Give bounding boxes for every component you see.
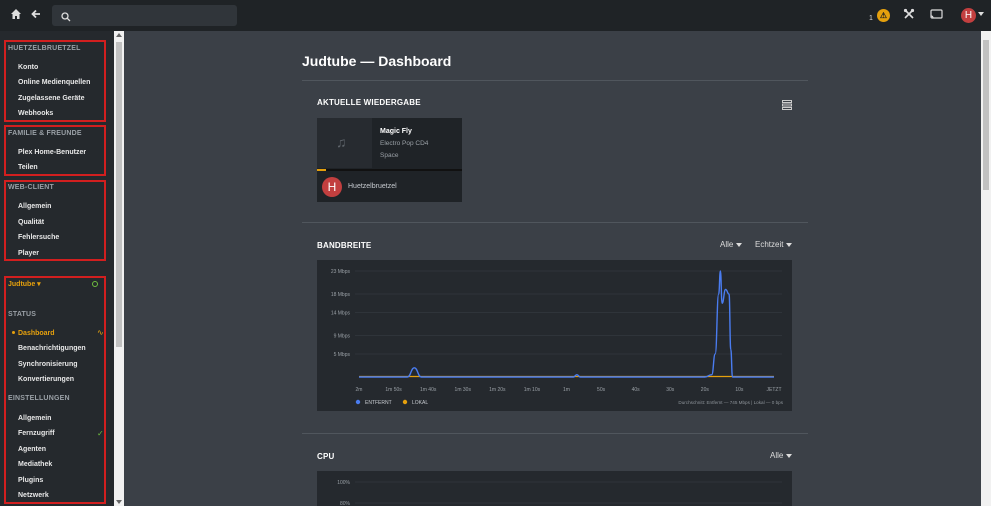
legend-local-label: LOKAL bbox=[412, 400, 428, 406]
settings-heading: EINSTELLUNGEN bbox=[8, 395, 70, 402]
x-tick-label: 2m bbox=[356, 387, 363, 393]
x-tick-label: 50s bbox=[597, 387, 606, 393]
sidebar-item-plex-home[interactable]: Plex Home-Benutzer bbox=[18, 149, 86, 156]
track-album: Electro Pop CD4 bbox=[380, 140, 429, 147]
user-avatar-small: H bbox=[322, 177, 342, 197]
sidebar-item-notifications[interactable]: Benachrichtigungen bbox=[18, 345, 86, 352]
search-icon bbox=[61, 9, 73, 22]
chevron-down-icon[interactable] bbox=[978, 12, 984, 16]
home-icon[interactable] bbox=[9, 8, 23, 22]
scroll-down-icon[interactable] bbox=[116, 500, 122, 504]
sidebar-item-sync[interactable]: Synchronisierung bbox=[18, 361, 78, 368]
x-tick-label: 1m 50s bbox=[385, 387, 402, 393]
sidebar-item-sharing[interactable]: Teilen bbox=[18, 164, 38, 171]
webclient-group-heading: WEB-CLIENT bbox=[8, 184, 54, 191]
x-tick-label: 1m 10s bbox=[524, 387, 541, 393]
page-title: Judtube — Dashboard bbox=[302, 53, 452, 69]
bandwidth-filter-dropdown[interactable]: Alle bbox=[720, 240, 742, 249]
y-tick-label: 9 Mbps bbox=[334, 334, 351, 340]
divider bbox=[302, 222, 808, 223]
x-tick-label: 20s bbox=[701, 387, 710, 393]
cast-icon[interactable] bbox=[929, 8, 943, 22]
y-tick-label: 100% bbox=[337, 480, 350, 486]
track-title: Magic Fly bbox=[380, 128, 412, 135]
sidebar-item-remote-access[interactable]: Fernzugriff bbox=[18, 430, 55, 437]
sidebar-item-konto[interactable]: Konto bbox=[18, 64, 38, 71]
list-view-icon[interactable] bbox=[782, 97, 792, 110]
x-tick-label: 1m 40s bbox=[420, 387, 437, 393]
scroll-up-icon[interactable] bbox=[116, 33, 122, 37]
y-tick-label: 80% bbox=[340, 501, 351, 506]
sidebar-item-server-general[interactable]: Allgemein bbox=[18, 415, 51, 422]
y-tick-label: 18 Mbps bbox=[331, 292, 351, 298]
check-icon: ✓ bbox=[97, 429, 104, 438]
sidebar-item-devices[interactable]: Zugelassene Geräte bbox=[18, 95, 85, 102]
cpu-heading: CPU bbox=[317, 452, 335, 461]
server-selector[interactable]: Judtube ▾ bbox=[8, 280, 41, 288]
x-tick-label: 1m 20s bbox=[489, 387, 506, 393]
sidebar-scrollbar-thumb[interactable] bbox=[116, 42, 122, 347]
main-scrollbar-thumb[interactable] bbox=[983, 40, 989, 190]
divider bbox=[302, 80, 808, 81]
sidebar-item-agents[interactable]: Agenten bbox=[18, 446, 46, 453]
sidebar-item-quality[interactable]: Qualität bbox=[18, 219, 44, 226]
playback-progress-track bbox=[317, 169, 462, 171]
sidebar-item-network[interactable]: Netzwerk bbox=[18, 492, 49, 499]
activity-pulse-icon: ∿ bbox=[97, 328, 104, 337]
bandwidth-period-dropdown[interactable]: Echtzeit bbox=[755, 240, 792, 249]
music-note-icon: ♫ bbox=[336, 134, 347, 150]
arrow-left-icon[interactable] bbox=[29, 8, 43, 22]
x-tick-label: 40s bbox=[632, 387, 641, 393]
legend-remote-label: ENTFERNT bbox=[365, 400, 392, 406]
sidebar-item-transcodes[interactable]: Konvertierungen bbox=[18, 376, 74, 383]
legend-local-marker bbox=[402, 399, 408, 405]
x-tick-label: 10s bbox=[735, 387, 744, 393]
x-tick-label: 30s bbox=[666, 387, 675, 393]
y-tick-label: 14 Mbps bbox=[331, 310, 351, 316]
divider bbox=[302, 433, 808, 434]
playing-user-name: Huetzelbruetzel bbox=[348, 183, 397, 190]
series-line-remote bbox=[359, 270, 774, 378]
settings-tools-icon[interactable] bbox=[902, 8, 916, 22]
bandwidth-chart-svg: 23 Mbps 18 Mbps 14 Mbps 9 Mbps 5 Mbps 2m 1m 50… bbox=[331, 269, 784, 406]
sidebar-item-plugins[interactable]: Plugins bbox=[18, 477, 43, 484]
user-avatar[interactable]: H bbox=[961, 8, 976, 23]
cpu-chart-svg: 100% 80% bbox=[337, 480, 782, 506]
top-bar: 1 ⚠ H bbox=[0, 0, 991, 31]
x-tick-label: JETZT bbox=[767, 387, 782, 393]
bandwidth-heading: BANDBREITE bbox=[317, 241, 372, 250]
activity-count: 1 bbox=[869, 15, 873, 22]
activity-badge-icon[interactable]: ⚠ bbox=[877, 9, 890, 22]
cpu-filter-dropdown[interactable]: Alle bbox=[770, 451, 792, 460]
playback-progress-fill bbox=[317, 169, 326, 171]
status-heading: STATUS bbox=[8, 311, 37, 318]
x-tick-label: 1m 30s bbox=[455, 387, 472, 393]
family-group-heading: FAMILIE & FREUNDE bbox=[8, 130, 82, 137]
legend-remote-marker bbox=[355, 399, 361, 405]
y-tick-label: 23 Mbps bbox=[331, 269, 351, 275]
bandwidth-summary: Durchschnitt: Entfernt — 745 Mbps | Loka… bbox=[678, 400, 783, 405]
sidebar-item-webhooks[interactable]: Webhooks bbox=[18, 110, 53, 117]
sidebar-item-dashboard[interactable]: Dashboard bbox=[18, 330, 55, 337]
active-dot-icon bbox=[12, 331, 15, 334]
sidebar-item-troubleshooting[interactable]: Fehlersuche bbox=[18, 234, 59, 241]
track-artist: Space bbox=[380, 152, 399, 159]
sidebar-item-player[interactable]: Player bbox=[18, 250, 39, 257]
server-status-icon bbox=[92, 281, 98, 287]
now-playing-heading: AKTUELLE WIEDERGABE bbox=[317, 98, 421, 107]
x-tick-label: 1m bbox=[563, 387, 570, 393]
sidebar-item-online-media[interactable]: Online Medienquellen bbox=[18, 79, 90, 86]
search-input[interactable] bbox=[52, 5, 237, 26]
account-group-heading: HUETZELBRUETZEL bbox=[8, 45, 81, 52]
y-tick-label: 5 Mbps bbox=[334, 352, 351, 358]
sidebar-item-library[interactable]: Mediathek bbox=[18, 461, 52, 468]
sidebar-item-general[interactable]: Allgemein bbox=[18, 203, 51, 210]
